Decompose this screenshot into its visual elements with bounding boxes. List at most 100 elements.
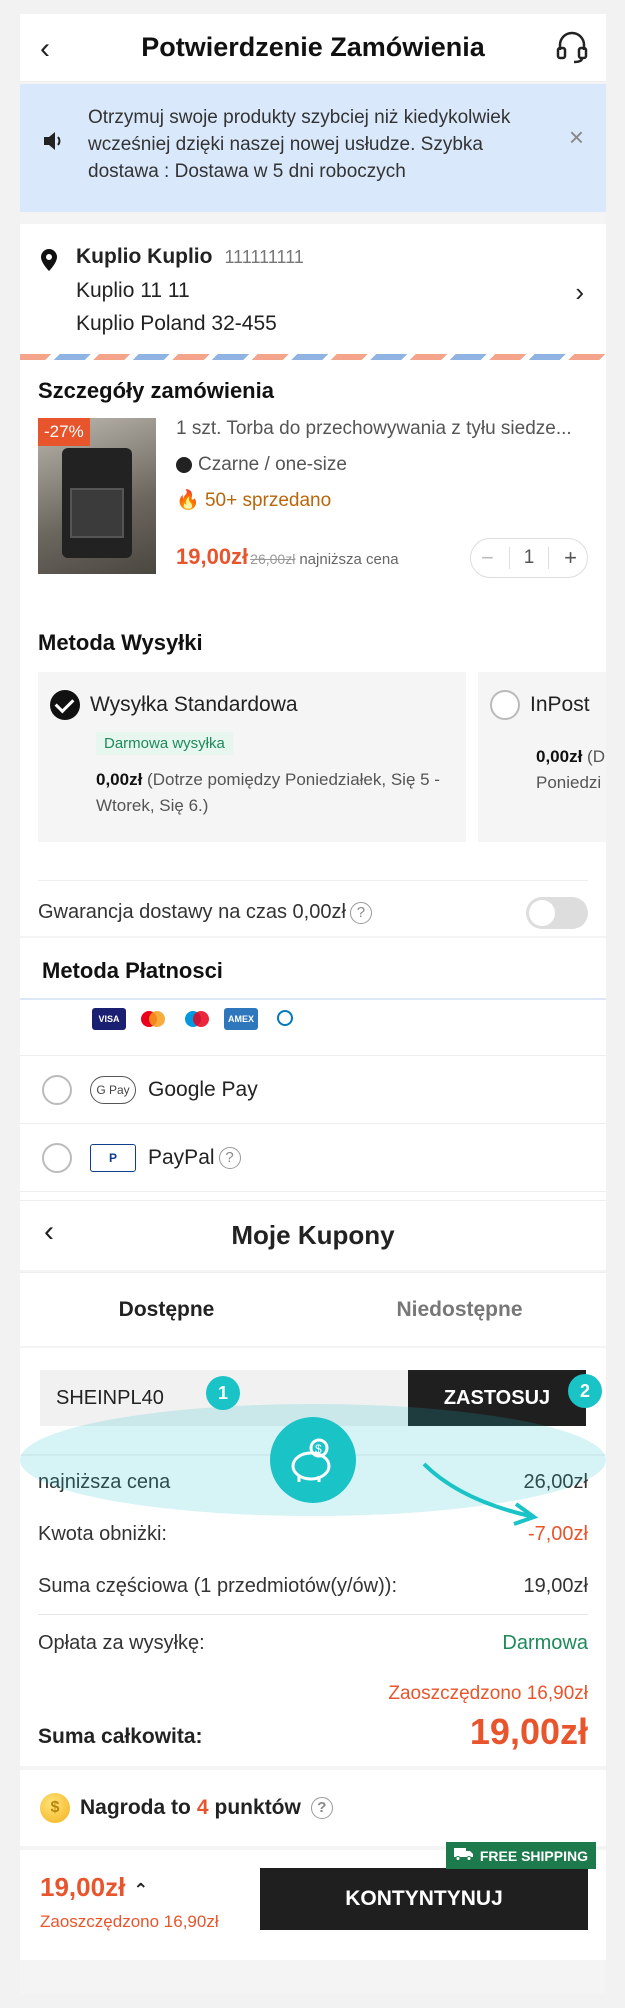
reward-points: $ Nagroda to 4 punktów ? <box>20 1770 606 1846</box>
standard-shipping-name: Wysyłka Standardowa <box>90 693 298 716</box>
diners-club-icon <box>268 1008 302 1030</box>
bottom-total-price: 19,00zł <box>40 1872 126 1902</box>
help-icon[interactable]: ? <box>349 901 372 924</box>
increase-button[interactable]: + <box>564 545 577 571</box>
close-icon[interactable]: × <box>554 124 584 192</box>
unchecked-radio-icon[interactable] <box>42 1142 72 1173</box>
help-icon[interactable]: ? <box>218 1146 241 1169</box>
total-label: Suma całkowita: <box>38 1725 203 1748</box>
payment-option-google-pay[interactable]: G Pay Google Pay <box>20 1056 606 1124</box>
help-icon[interactable]: ? <box>310 1797 333 1819</box>
card-logos: VISA AMEX <box>20 1000 606 1056</box>
payment-method-title: Metoda Płatnosci <box>42 958 223 983</box>
coupons-header: ‹ Moje Kupony <box>20 1200 606 1270</box>
address-line-2: Kuplio Poland 32-455 <box>76 312 277 335</box>
shipping-method-title: Metoda Wysyłki <box>38 630 203 655</box>
page-title: Potwierdzenie Zamówienia <box>141 32 485 62</box>
payment-method: Metoda Płatnosci VISA AMEX G Pay Google … <box>20 938 606 1214</box>
delivery-guarantee-toggle[interactable] <box>526 897 588 929</box>
discount-badge: -27% <box>38 418 90 446</box>
shipping-option-inpost[interactable]: InPost 0,00zł (D Poniedzi <box>478 672 606 842</box>
reward-suffix: punktów <box>214 1796 301 1819</box>
subtotal-label: Suma częściowa (1 przedmiotów(y/ów)): <box>38 1575 397 1597</box>
order-details: Szczegóły zamówienia -27% 1 szt. Torba d… <box>20 360 606 936</box>
coupon-tabs: Dostępne Niedostępne <box>20 1272 606 1346</box>
color-swatch-icon <box>176 457 192 473</box>
banner-text: Otrzymuj swoje produkty szybciej niż kie… <box>88 107 511 182</box>
recipient-phone: 111111111 <box>224 247 304 267</box>
order-details-title: Szczegóły zamówienia <box>38 378 274 403</box>
google-pay-icon: G Pay <box>90 1075 136 1104</box>
quantity-value[interactable]: 1 <box>509 547 549 569</box>
free-shipping-tag: Darmowa wysyłka <box>96 732 233 755</box>
tab-unavailable[interactable]: Niedostępne <box>313 1273 606 1346</box>
checkout-bar: 19,00zł ⌃ Zaoszczędzono 16,90zł KONTYNTYN… <box>20 1842 606 1960</box>
tab-available[interactable]: Dostępne <box>20 1273 313 1346</box>
standard-shipping-price: 0,00zł <box>96 770 143 789</box>
inpost-shipping-eta: (D <box>587 747 605 766</box>
free-shipping-label: FREE SHIPPING <box>479 1847 588 1864</box>
product-row: -27% 1 szt. Torba do przechowywania z ty… <box>38 418 588 578</box>
delivery-guarantee-row: Gwarancja dostawy na czas 0,00zł? <box>38 880 588 929</box>
mastercard-icon <box>136 1008 170 1030</box>
decrease-button[interactable]: − <box>481 545 494 571</box>
maestro-icon <box>180 1008 214 1030</box>
saved-amount: Zaoszczędzono 16,90zł <box>388 1683 588 1704</box>
old-price: 26,00zł <box>250 551 296 567</box>
shipping-options: Wysyłka Standardowa Darmowa wysyłka 0,00… <box>38 672 606 842</box>
inpost-shipping-name: InPost <box>530 693 590 716</box>
customer-service-icon[interactable] <box>556 30 588 69</box>
chevron-up-icon[interactable]: ⌃ <box>133 1880 148 1900</box>
truck-icon <box>453 1847 474 1864</box>
back-icon[interactable]: ‹ <box>44 1215 54 1249</box>
reward-points-value: 4 <box>196 1796 209 1819</box>
delivery-guarantee-label: Gwarancja dostawy na czas 0,00zł <box>38 901 346 923</box>
product-price: 19,00zł <box>176 544 249 569</box>
google-pay-label: Google Pay <box>148 1077 258 1101</box>
bottom-saved-amount: Zaoszczędzono 16,90zł <box>40 1912 219 1931</box>
sold-count: 50+ sprzedano <box>204 490 332 511</box>
payment-option-paypal[interactable]: P PayPal? <box>20 1124 606 1192</box>
location-pin-icon <box>40 248 58 282</box>
inpost-shipping-eta-2: Poniedzi <box>536 773 602 792</box>
free-shipping-badge: FREE SHIPPING <box>445 1842 596 1869</box>
chevron-right-icon[interactable]: › <box>575 276 584 309</box>
arrow-icon <box>422 1462 539 1526</box>
checkout-screen: ‹ Potwierdzenie Zamówienia Otrzymuj swoj… <box>20 14 606 1994</box>
standard-shipping-eta: (Dotrze pomiędzy Poniedziałek, Się 5 - W… <box>96 770 440 815</box>
checked-radio-icon[interactable] <box>50 690 80 720</box>
address-line-1: Kuplio 11 11 <box>76 279 190 302</box>
coupons-title: Moje Kupony <box>231 1220 395 1250</box>
unchecked-radio-icon[interactable] <box>490 690 520 720</box>
lowest-price-label: najniższa cena <box>299 551 399 568</box>
fire-icon: 🔥 <box>176 490 200 511</box>
fast-delivery-banner: Otrzymuj swoje produkty szybciej niż kie… <box>20 84 606 212</box>
back-icon[interactable]: ‹ <box>40 32 50 66</box>
coin-icon: $ <box>40 1793 70 1823</box>
speaker-icon <box>42 130 74 192</box>
quantity-stepper: − 1 + <box>470 538 588 578</box>
paypal-label: PayPal <box>148 1145 215 1169</box>
product-image[interactable]: -27% <box>38 418 156 574</box>
shipping-address[interactable]: Kuplio Kuplio 111111111 Kuplio 11 11 Kupl… <box>20 224 606 360</box>
app-header: ‹ Potwierdzenie Zamówienia <box>20 14 606 82</box>
step-2-badge: 2 <box>568 1374 602 1408</box>
shipping-fee-label: Opłata za wysyłkę: <box>38 1632 205 1654</box>
total-value: 19,00zł <box>469 1711 588 1752</box>
continue-button[interactable]: KONTYNTYNUJ <box>260 1868 588 1930</box>
reward-prefix: Nagroda to <box>80 1796 191 1819</box>
unchecked-radio-icon[interactable] <box>42 1074 72 1105</box>
shipping-fee-value: Darmowa <box>502 1632 588 1654</box>
step-1-badge: 1 <box>206 1376 240 1410</box>
product-name[interactable]: 1 szt. Torba do przechowywania z tyłu si… <box>176 418 588 444</box>
divider <box>38 1614 588 1615</box>
recipient-name: Kuplio Kuplio <box>76 245 213 268</box>
shipping-option-standard[interactable]: Wysyłka Standardowa Darmowa wysyłka 0,00… <box>38 672 466 842</box>
paypal-icon: P <box>90 1143 136 1172</box>
inpost-shipping-price: 0,00zł <box>536 747 583 766</box>
subtotal-value: 19,00zł <box>523 1575 589 1597</box>
discount-label: Kwota obniżki: <box>38 1523 167 1545</box>
visa-icon: VISA <box>92 1008 126 1030</box>
amex-icon: AMEX <box>224 1008 258 1030</box>
product-variant: Czarne / one-size <box>198 454 347 475</box>
